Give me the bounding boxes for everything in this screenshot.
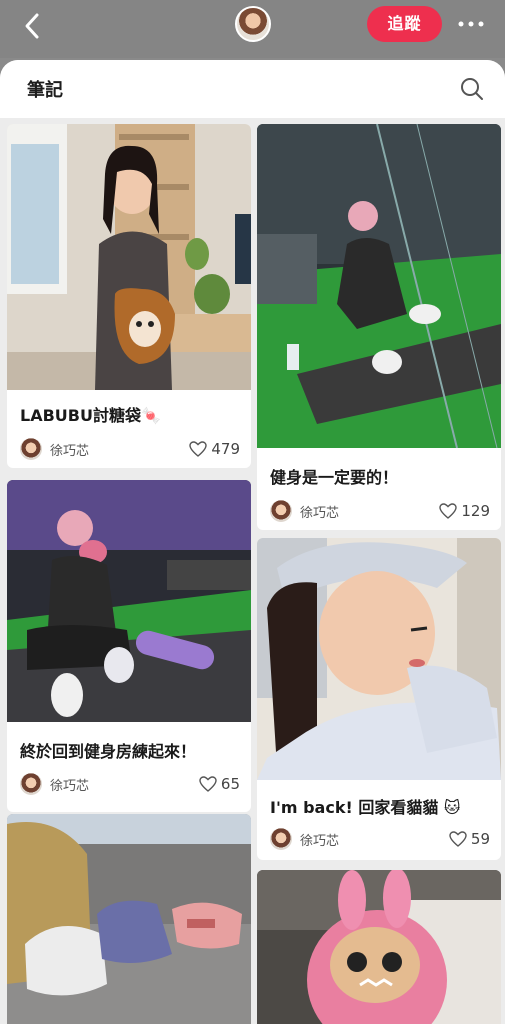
search-icon[interactable] <box>459 76 485 102</box>
note-meta: 徐巧芯 129 <box>270 500 490 522</box>
more-icon[interactable] <box>456 12 486 36</box>
note-meta: 徐巧芯 59 <box>270 828 490 850</box>
top-bar: 追蹤 <box>0 0 505 58</box>
heart-icon <box>439 503 458 519</box>
author-avatar <box>20 438 42 460</box>
note-title: I'm back! 回家看貓貓 🐱 <box>270 798 461 817</box>
like-button[interactable]: 129 <box>439 500 490 522</box>
like-count: 59 <box>470 830 490 848</box>
note-card[interactable]: LABUBU討糖袋🍬 徐巧芯 479 <box>7 124 251 468</box>
sheet-header: 筆記 <box>0 60 505 118</box>
back-arrow-icon[interactable] <box>18 10 48 42</box>
like-button[interactable]: 479 <box>189 438 240 460</box>
note-title: 健身是一定要的！ <box>270 468 399 487</box>
note-card[interactable]: I'm back! 回家看貓貓 🐱 徐巧芯 59 <box>257 538 501 860</box>
notes-sheet: 筆記 LABUBU討糖袋🍬 徐巧芯 479 健身是一定要的！ 徐巧芯 129 終… <box>0 60 505 1024</box>
like-count: 65 <box>220 775 240 793</box>
note-title: LABUBU討糖袋🍬 <box>20 406 161 425</box>
follow-button[interactable]: 追蹤 <box>367 6 442 42</box>
note-photo <box>257 870 501 1024</box>
note-card[interactable] <box>7 814 251 1024</box>
heart-icon <box>199 776 217 792</box>
note-card[interactable]: 健身是一定要的！ 徐巧芯 129 <box>257 124 501 530</box>
note-card[interactable] <box>257 870 501 1024</box>
like-count: 479 <box>211 440 240 458</box>
author-name: 徐巧芯 <box>50 444 90 459</box>
author-avatar <box>270 828 292 850</box>
note-meta: 徐巧芯 65 <box>20 773 240 795</box>
like-count: 129 <box>461 502 490 520</box>
author-name: 徐巧芯 <box>300 834 340 849</box>
note-title: 終於回到健身房練起來！ <box>20 742 197 761</box>
author-name: 徐巧芯 <box>300 506 340 521</box>
note-meta: 徐巧芯 479 <box>20 438 240 460</box>
like-button[interactable]: 59 <box>449 828 490 850</box>
note-photo <box>7 124 251 390</box>
note-photo <box>7 480 251 722</box>
author-avatar <box>270 500 292 522</box>
heart-icon <box>449 831 467 847</box>
note-card[interactable]: 終於回到健身房練起來！ 徐巧芯 65 <box>7 480 251 812</box>
profile-avatar[interactable] <box>235 6 271 42</box>
sheet-title: 筆記 <box>27 80 63 101</box>
like-button[interactable]: 65 <box>199 773 240 795</box>
author-name: 徐巧芯 <box>50 779 90 794</box>
note-photo <box>257 538 501 780</box>
heart-icon <box>189 441 208 457</box>
author-avatar <box>20 773 42 795</box>
note-photo <box>257 124 501 448</box>
note-photo <box>7 814 251 1024</box>
